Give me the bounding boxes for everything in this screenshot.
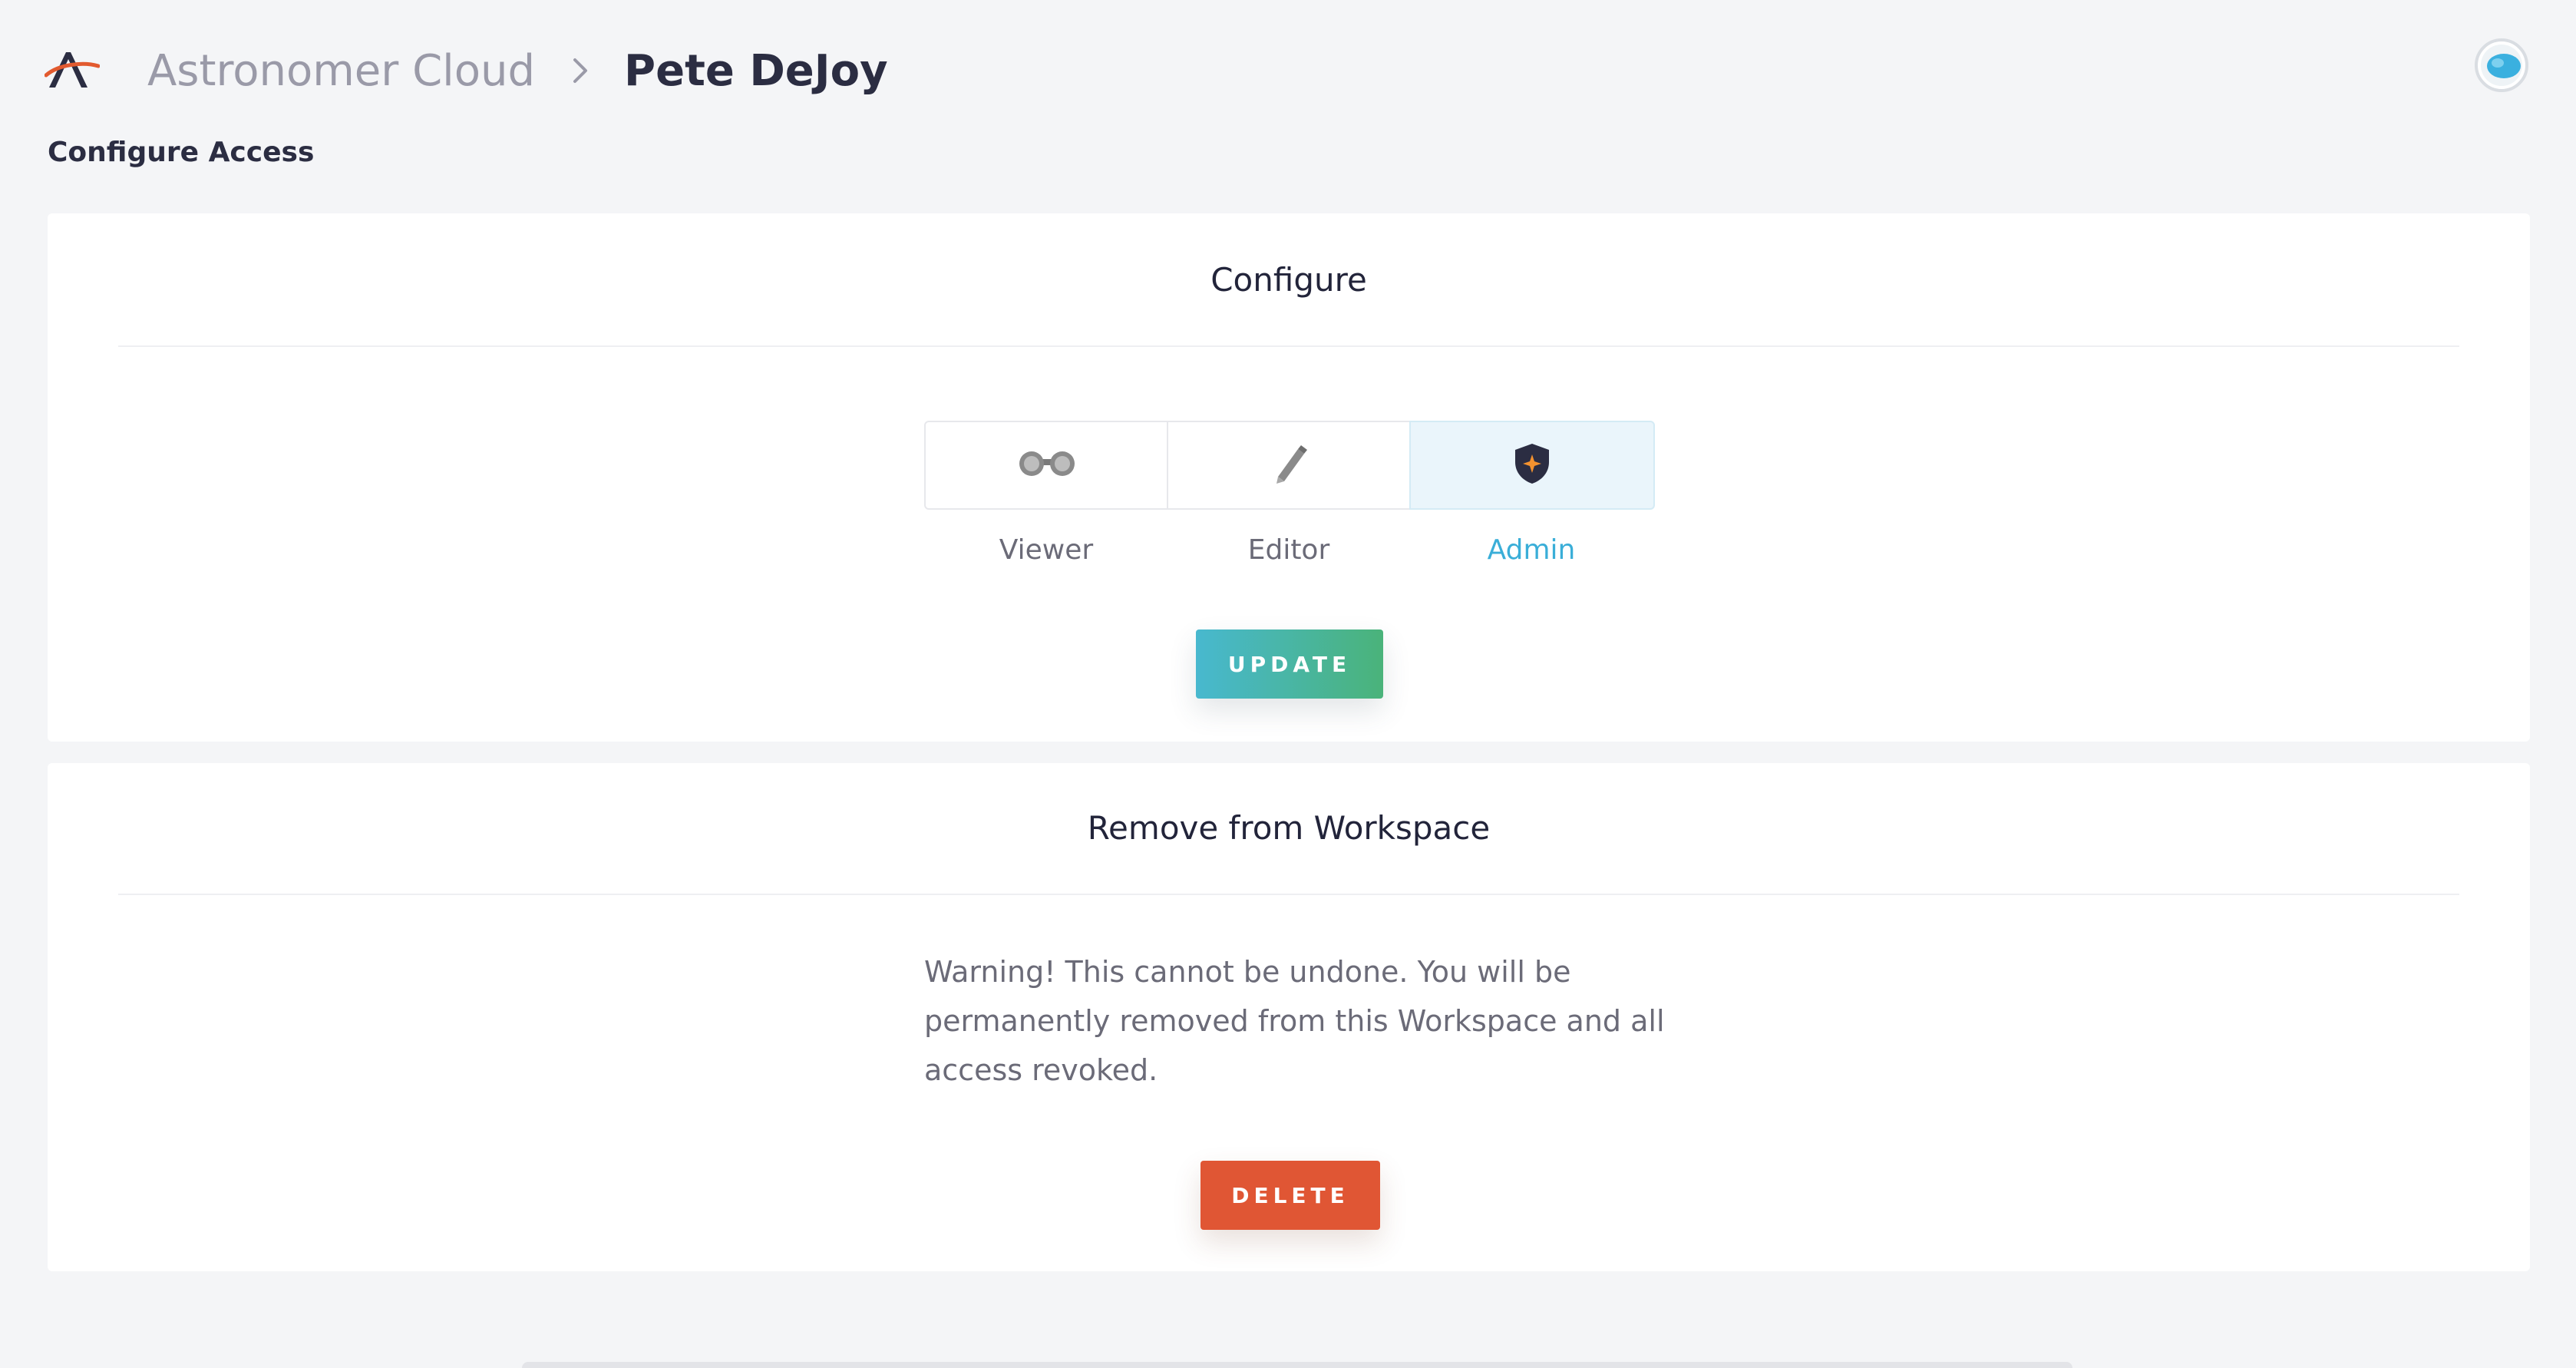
astronomer-logo-icon[interactable] <box>44 48 101 91</box>
role-label-editor: Editor <box>1247 534 1330 566</box>
breadcrumb-parent[interactable]: Astronomer Cloud <box>147 46 535 96</box>
chevron-right-icon <box>556 48 603 94</box>
shield-icon <box>1512 442 1552 488</box>
delete-button[interactable]: DELETE <box>1200 1161 1380 1230</box>
breadcrumb: Astronomer Cloud Pete DeJoy <box>147 40 888 101</box>
update-button[interactable]: UPDATE <box>1196 629 1383 699</box>
role-option-admin[interactable]: Admin <box>1409 421 1655 574</box>
role-option-viewer[interactable]: Viewer <box>924 421 1170 574</box>
user-avatar-icon[interactable] <box>2475 38 2528 92</box>
footer-edge <box>522 1362 2072 1368</box>
role-option-editor[interactable]: Editor <box>1167 421 1412 574</box>
binoculars-icon <box>1018 448 1076 482</box>
pencil-icon <box>1270 443 1309 487</box>
top-bar: Astronomer Cloud Pete DeJoy <box>0 0 2576 131</box>
role-label-viewer: Viewer <box>999 534 1094 566</box>
page-title: Configure Access <box>48 137 315 168</box>
role-tile-viewer[interactable] <box>924 421 1170 510</box>
role-label-admin: Admin <box>1487 534 1576 566</box>
divider <box>118 345 2459 347</box>
divider <box>118 894 2459 895</box>
role-tile-admin[interactable] <box>1409 421 1655 510</box>
warning-text: Warning! This cannot be undone. You will… <box>924 955 1665 1087</box>
configure-title: Configure <box>1210 261 1367 299</box>
remove-title: Remove from Workspace <box>1087 809 1491 847</box>
breadcrumb-current: Pete DeJoy <box>624 45 888 96</box>
role-selector: Viewer Editor Admin <box>924 421 1655 574</box>
role-tile-editor[interactable] <box>1167 421 1412 510</box>
remove-card: Remove from Workspace Warning! This cann… <box>48 763 2530 1271</box>
configure-card: Configure Viewer Editor Admin UPDATE <box>48 213 2530 742</box>
